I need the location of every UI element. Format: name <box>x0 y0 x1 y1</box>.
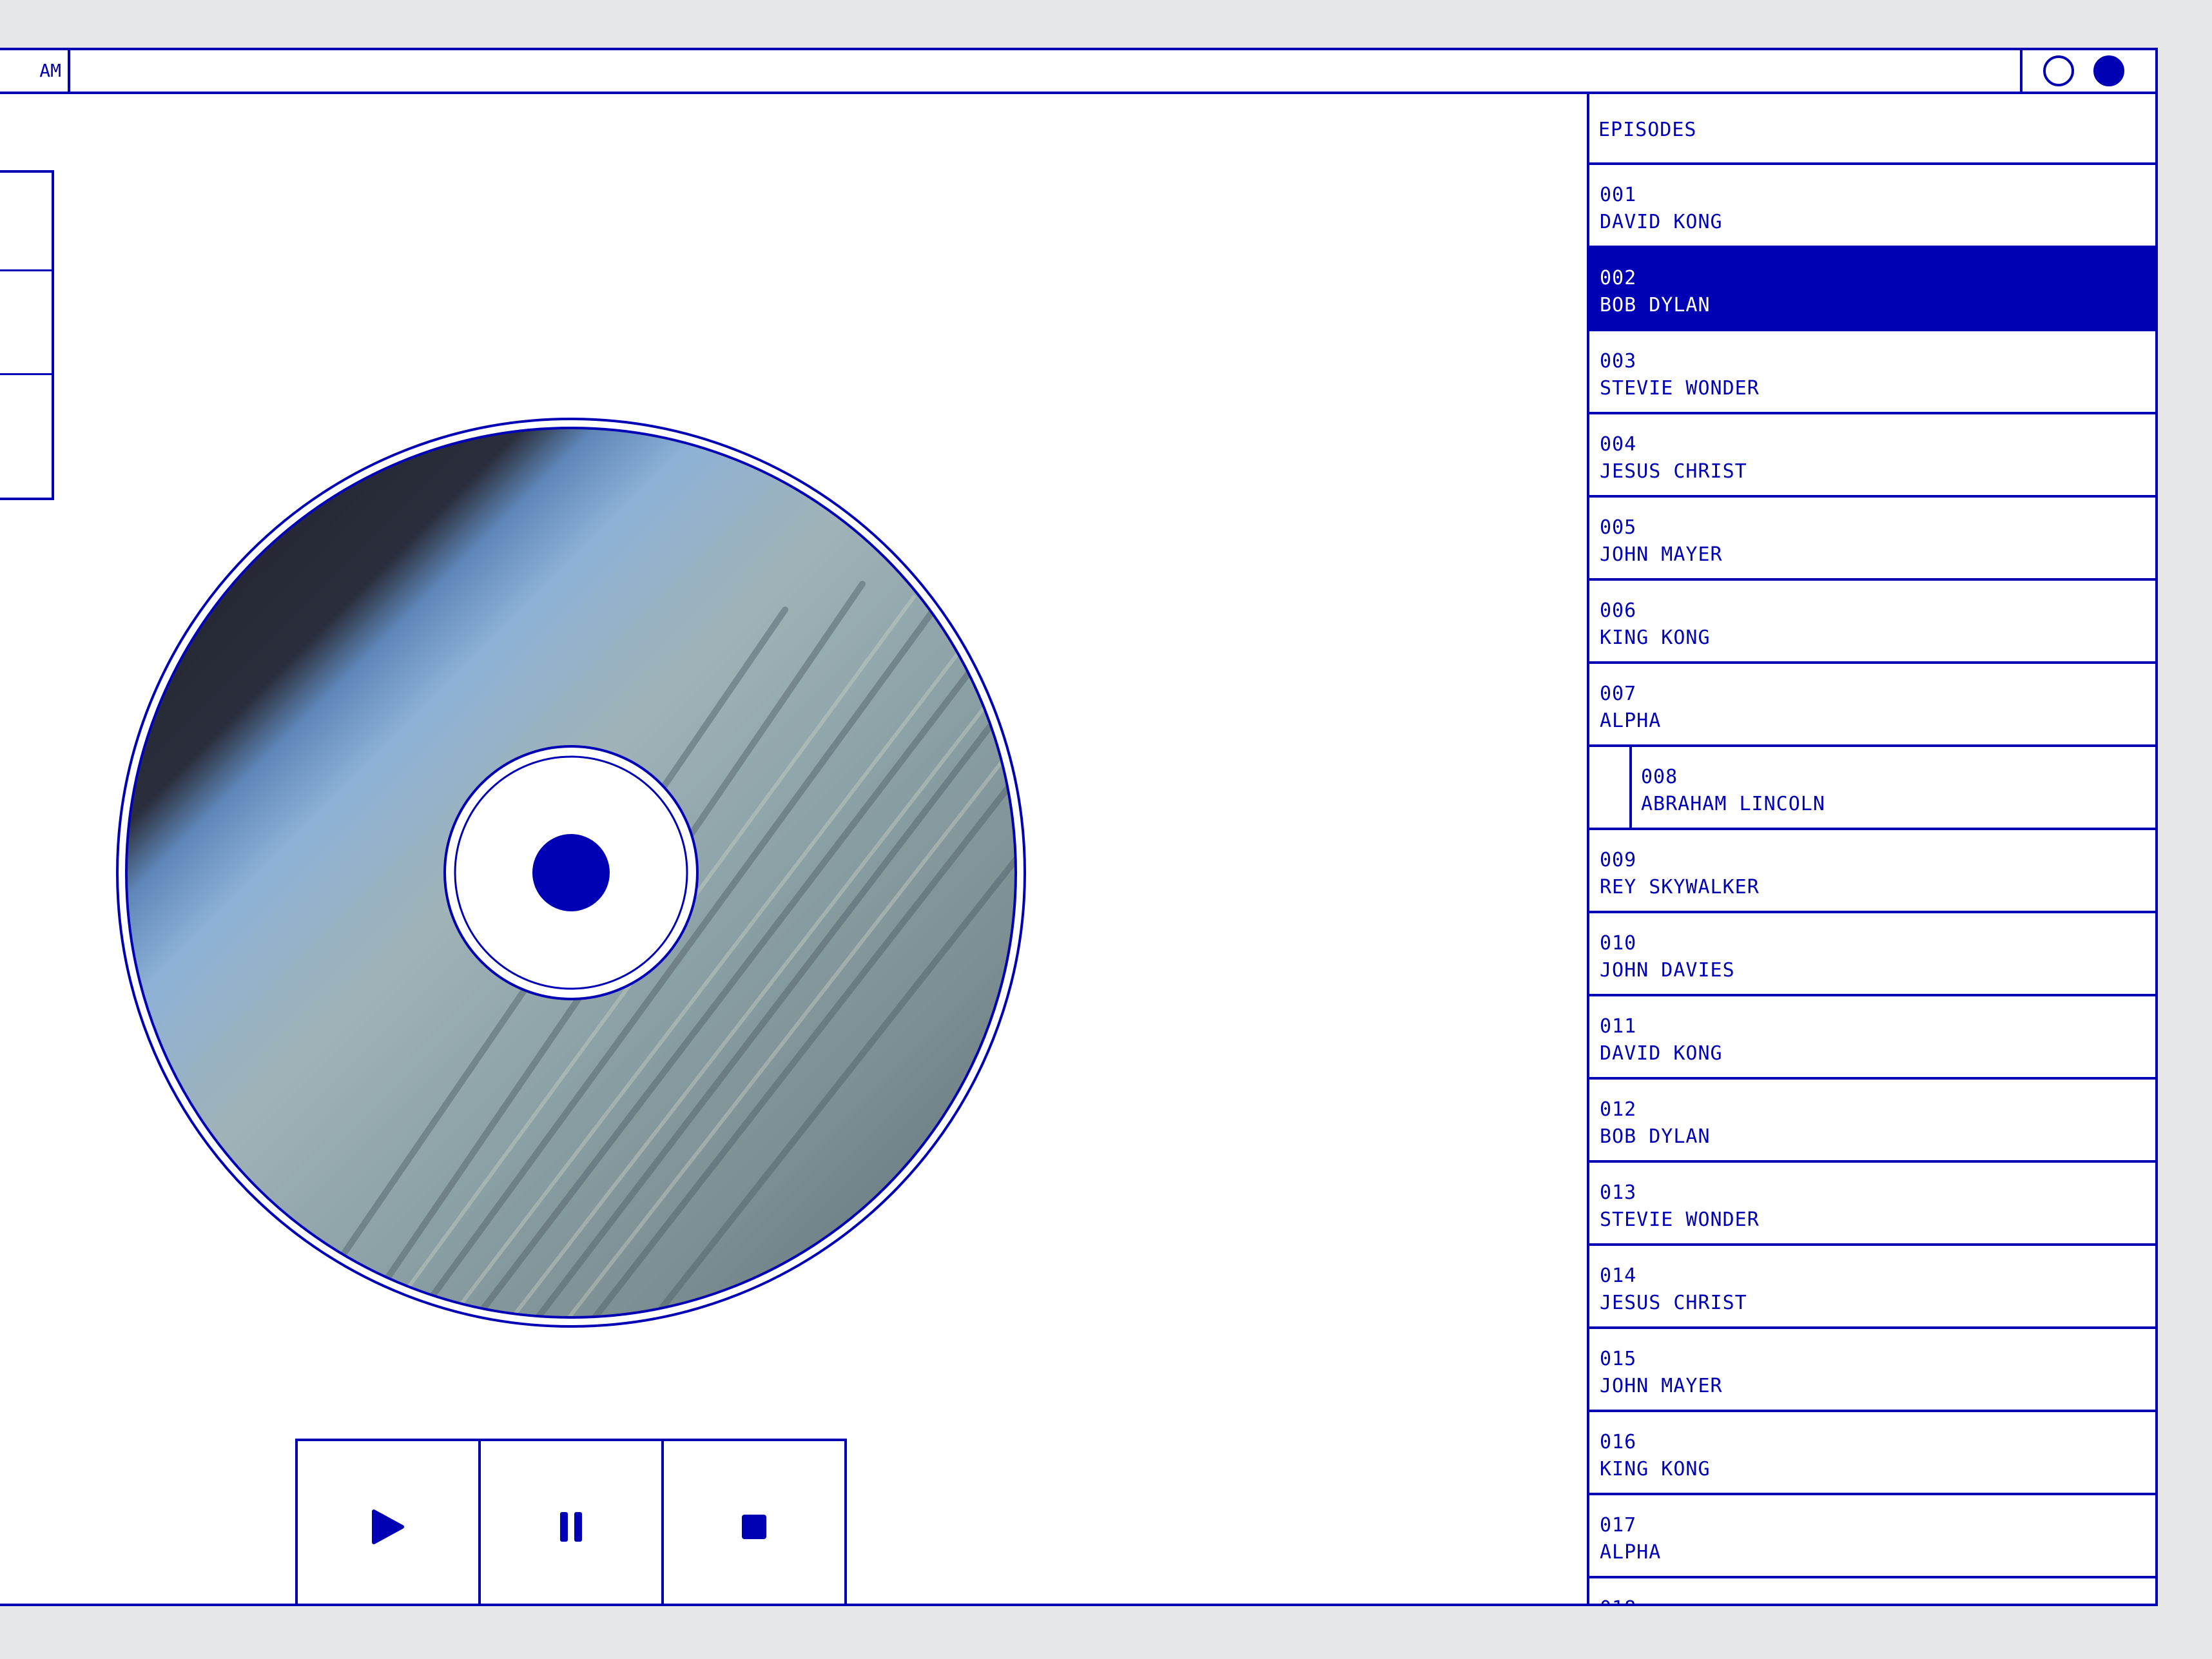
stop-button[interactable] <box>661 1441 844 1604</box>
episode-number: 018 <box>1600 1595 2155 1604</box>
episodes-panel: EPISODES 001 DAVID KONG 002 BOB DYLAN 003 STE… <box>1587 92 2155 1604</box>
episodes-header: EPISODES <box>1589 92 2155 165</box>
episode-number: 003 <box>1600 350 1637 373</box>
episode-number: 004 <box>1600 433 1637 456</box>
window-toggle-filled-icon[interactable] <box>2093 55 2124 86</box>
episode-item[interactable]: 004 JESUS CHRIST <box>1589 414 2155 498</box>
episode-item[interactable]: 015 JOHN MAYER <box>1589 1329 2155 1412</box>
episode-item[interactable]: 006 KING KONG <box>1589 581 2155 664</box>
episode-number: 013 <box>1600 1181 1637 1204</box>
episode-title: REY SKYWALKER <box>1600 876 1760 898</box>
episode-item[interactable]: 013 STEVIE WONDER <box>1589 1163 2155 1246</box>
episode-title: STEVIE WONDER <box>1600 1208 1760 1231</box>
episode-number: 002 <box>1600 267 1637 289</box>
episode-number: 011 <box>1600 1015 1637 1038</box>
episode-title: JESUS CHRIST <box>1600 460 1747 483</box>
episode-title: JOHN MAYER <box>1600 543 1723 566</box>
episode-title: JESUS CHRIST <box>1600 1292 1747 1314</box>
episode-title: BOB DYLAN <box>1600 294 1711 316</box>
episode-item[interactable]: 008 ABRAHAM LINCOLN <box>1589 747 2155 830</box>
stop-icon <box>742 1515 766 1539</box>
episode-title: ABRAHAM LINCOLN <box>1641 793 1825 815</box>
play-button[interactable] <box>298 1441 478 1604</box>
side-panel-cell[interactable] <box>0 173 52 271</box>
episode-number: 016 <box>1600 1431 1637 1453</box>
episode-number: 010 <box>1600 932 1637 955</box>
episode-item[interactable]: 001 DAVID KONG <box>1589 165 2155 248</box>
album-disc <box>115 416 1027 1329</box>
episode-item[interactable]: 003 STEVIE WONDER <box>1589 331 2155 414</box>
episode-number: 007 <box>1600 683 1637 705</box>
episode-item[interactable]: 012 BOB DYLAN <box>1589 1080 2155 1163</box>
episode-number: 008 <box>1641 766 1678 788</box>
episode-number: 014 <box>1600 1265 1637 1287</box>
episode-title: ALPHA <box>1600 1541 1662 1564</box>
episode-title: DAVID KONG <box>1600 1042 1723 1065</box>
disc-center-dot <box>532 834 610 911</box>
episode-item[interactable]: 018 <box>1589 1578 2155 1604</box>
episode-number: 001 <box>1600 184 1637 206</box>
episode-item[interactable]: 002 BOB DYLAN <box>1589 248 2155 331</box>
play-icon <box>372 1509 404 1544</box>
window-controls <box>2020 50 2155 92</box>
episode-list: 001 DAVID KONG 002 BOB DYLAN 003 STEVIE WONDE… <box>1589 165 2155 1604</box>
episode-title: KING KONG <box>1600 1458 1711 1480</box>
pause-button[interactable] <box>478 1441 661 1604</box>
episode-title: STEVIE WONDER <box>1600 377 1760 400</box>
episode-item[interactable]: 010 JOHN DAVIES <box>1589 913 2155 996</box>
episode-title: JOHN MAYER <box>1600 1375 1723 1397</box>
episode-item[interactable]: 014 JESUS CHRIST <box>1589 1246 2155 1329</box>
title-bar: AM <box>0 50 2155 94</box>
episode-item[interactable]: 017 ALPHA <box>1589 1495 2155 1578</box>
episode-title: KING KONG <box>1600 626 1711 649</box>
episode-item[interactable]: 005 JOHN MAYER <box>1589 498 2155 581</box>
episode-number: 005 <box>1600 516 1637 539</box>
episode-number: 009 <box>1600 849 1637 871</box>
window-toggle-empty-icon[interactable] <box>2043 55 2074 86</box>
pause-icon <box>560 1512 582 1542</box>
app-title: AM <box>0 50 70 92</box>
playback-controls <box>295 1439 847 1604</box>
disc-artwork <box>116 418 1026 1328</box>
episode-title: BOB DYLAN <box>1600 1125 1711 1148</box>
side-panel <box>0 170 54 500</box>
episode-item[interactable]: 007 ALPHA <box>1589 664 2155 747</box>
episode-title: DAVID KONG <box>1600 211 1723 233</box>
episode-number: 012 <box>1600 1098 1637 1121</box>
episode-title: ALPHA <box>1600 710 1662 732</box>
episode-number: 006 <box>1600 599 1637 622</box>
episode-item[interactable]: 011 DAVID KONG <box>1589 996 2155 1080</box>
app-window: AM EPISODES 001 DAVID KONG 002 BOB DYLAN… <box>0 48 2158 1606</box>
side-panel-cell[interactable] <box>0 271 52 375</box>
episode-title: JOHN DAVIES <box>1600 959 1735 982</box>
episode-number: 017 <box>1600 1514 1637 1537</box>
episode-number: 015 <box>1600 1348 1637 1370</box>
episode-item[interactable]: 009 REY SKYWALKER <box>1589 830 2155 913</box>
episode-item[interactable]: 016 KING KONG <box>1589 1412 2155 1495</box>
